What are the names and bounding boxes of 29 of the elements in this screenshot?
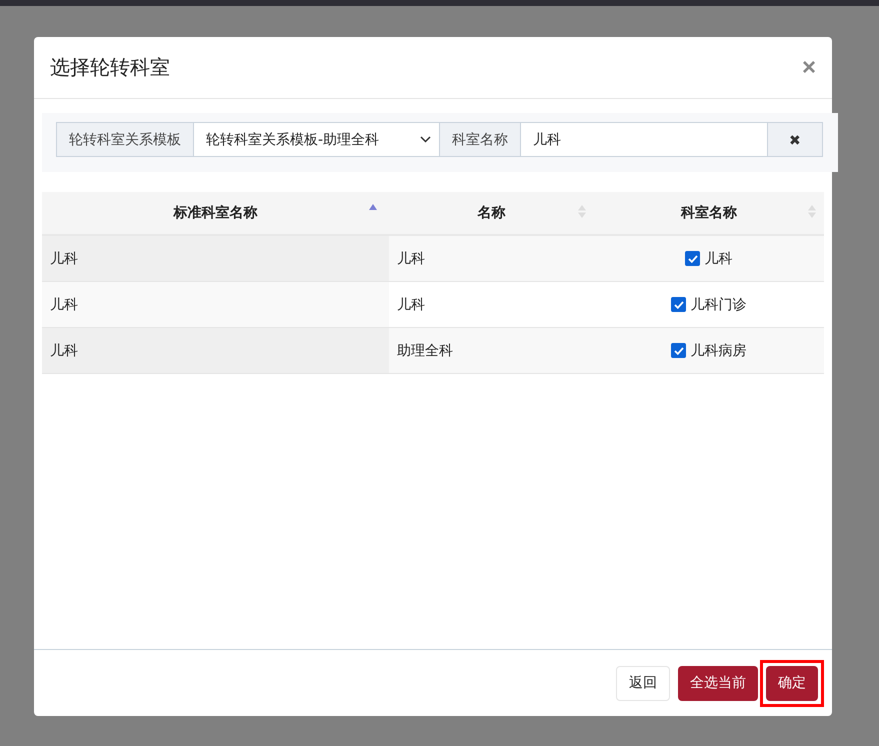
table-cell: 儿科 (42, 282, 389, 328)
column-header[interactable]: 名称 (388, 192, 594, 235)
checkbox[interactable] (685, 251, 700, 266)
back-button[interactable]: 返回 (616, 666, 670, 700)
checkbox-label: 儿科 (704, 250, 732, 268)
checkbox-label: 儿科病房 (690, 342, 746, 360)
confirm-button[interactable]: 确定 (766, 666, 818, 700)
department-name-field[interactable]: 儿科 (520, 122, 768, 157)
table-cell: 儿科 (388, 235, 594, 282)
field-label: 轮转科室关系模板 (56, 122, 194, 157)
template-select[interactable]: 轮转科室关系模板-助理全科 (193, 122, 440, 157)
checkbox[interactable] (671, 343, 686, 358)
table-cell: 助理全科 (388, 328, 594, 374)
dialog-title: 选择轮转科室 (50, 54, 170, 81)
column-header[interactable]: 科室名称 (594, 192, 824, 235)
field-label: 科室名称 (439, 122, 521, 157)
table-cell: 儿科 (42, 328, 389, 374)
checkmark-icon (688, 254, 698, 262)
table-cell: 儿科 (388, 282, 594, 328)
chevron-down-icon (420, 136, 431, 143)
checkmark-icon (674, 300, 684, 308)
checkmark-icon (674, 346, 684, 354)
table-cell: 儿科 (42, 235, 389, 282)
checkbox[interactable] (671, 297, 686, 312)
close-button[interactable]: × (802, 56, 816, 80)
checkbox-label: 儿科门诊 (690, 296, 746, 314)
clear-button[interactable]: ✖ (767, 122, 823, 157)
select-all-button[interactable]: 全选当前 (678, 666, 758, 700)
column-header[interactable]: 标准科室名称 (42, 192, 389, 235)
